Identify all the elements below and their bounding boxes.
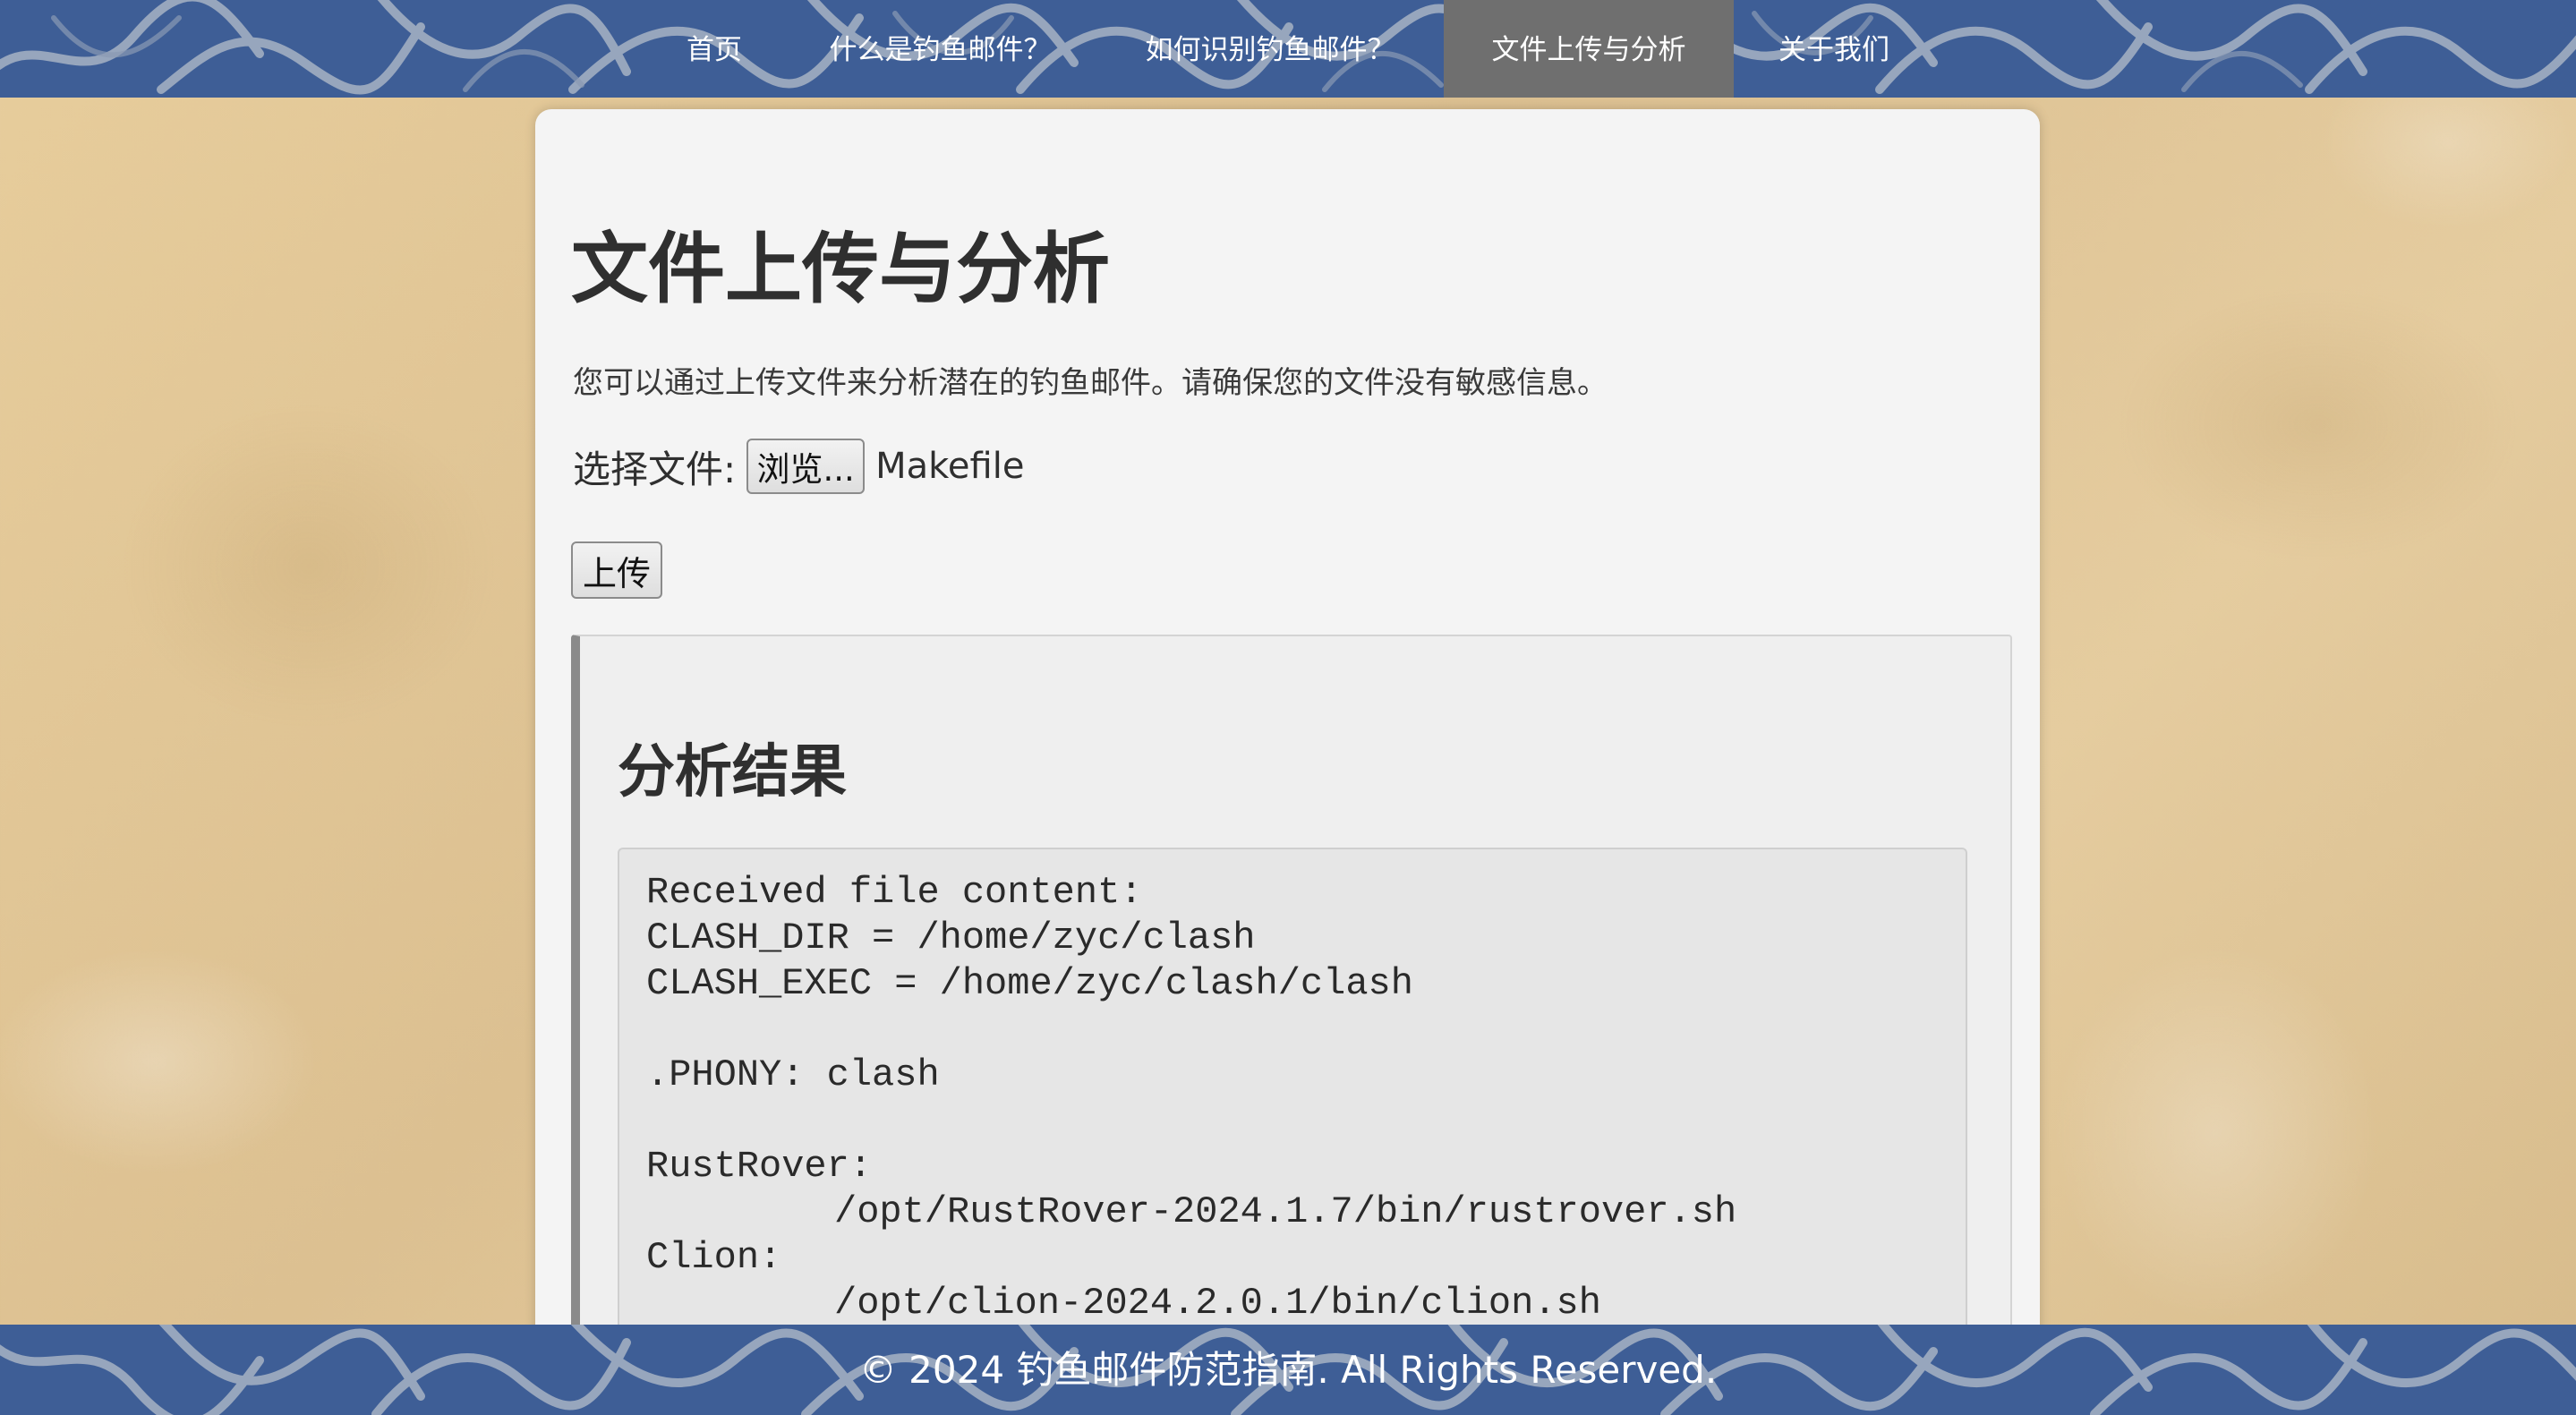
- nav-item-what-is-phishing[interactable]: 什么是钓鱼邮件？: [799, 0, 1081, 98]
- code-line: RustRover:: [646, 1145, 873, 1188]
- code-line: .PHONY: clash: [646, 1053, 940, 1096]
- file-select-label: 选择文件:: [573, 447, 737, 491]
- nav-item-file-upload[interactable]: 文件上传与分析: [1444, 0, 1734, 98]
- code-line: Clion:: [646, 1236, 782, 1279]
- code-line: CLASH_DIR = /home/zyc/clash: [646, 916, 1256, 959]
- main-content-card: 文件上传与分析 您可以通过上传文件来分析潜在的钓鱼邮件。请确保您的文件没有敏感信…: [535, 109, 2040, 1415]
- code-line: /opt/clion-2024.2.0.1/bin/clion.sh: [834, 1282, 1601, 1325]
- footer-bar: © 2024 钓鱼邮件防范指南. All Rights Reserved.: [0, 1325, 2576, 1415]
- nav-item-about-us[interactable]: 关于我们: [1761, 0, 1906, 98]
- top-nav-bar: 首页 什么是钓鱼邮件？ 如何识别钓鱼邮件？ 文件上传与分析 关于我们: [0, 0, 2576, 98]
- upload-button[interactable]: 上传: [571, 541, 662, 599]
- file-select-row: 选择文件: 浏览... Makefile: [573, 439, 1024, 494]
- nav-item-home[interactable]: 首页: [650, 0, 779, 98]
- result-title: 分析结果: [618, 739, 847, 806]
- browse-button[interactable]: 浏览...: [746, 439, 866, 494]
- analysis-result-panel: 分析结果 Received file content: CLASH_DIR = …: [571, 635, 2012, 1415]
- code-line: CLASH_EXEC = /home/zyc/clash/clash: [646, 962, 1413, 1005]
- page-title: 文件上传与分析: [571, 225, 1110, 314]
- copyright-text: © 2024 钓鱼邮件防范指南. All Rights Reserved.: [858, 1348, 1718, 1392]
- intro-text: 您可以通过上传文件来分析潜在的钓鱼邮件。请确保您的文件没有敏感信息。: [573, 365, 1608, 401]
- code-line: /opt/RustRover-2024.1.7/bin/rustrover.sh: [834, 1190, 1737, 1233]
- selected-file-name: Makefile: [875, 446, 1025, 487]
- nav-item-how-to-identify[interactable]: 如何识别钓鱼邮件？: [1128, 0, 1412, 98]
- code-line: Received file content:: [646, 871, 1143, 914]
